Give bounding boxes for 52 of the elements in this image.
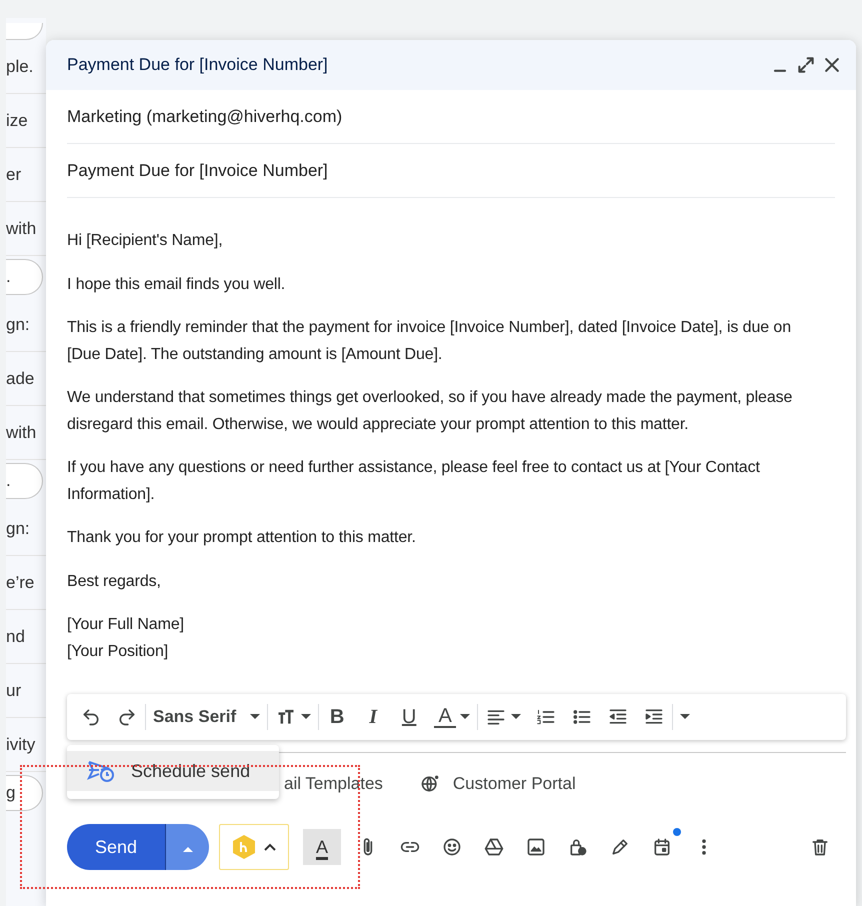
from-field[interactable]: Marketing (marketing@hiverhq.com): [67, 106, 342, 126]
text-color-button[interactable]: A: [303, 829, 341, 865]
body-paragraph: Thank you for your prompt attention to this matter.: [67, 528, 417, 548]
caret-icon[interactable]: [511, 714, 522, 720]
email-snippet: nd: [6, 626, 25, 646]
text-color-dropdown[interactable]: A: [434, 706, 456, 728]
chip: g: [6, 775, 43, 811]
customer-portal-link[interactable]: Customer Portal: [452, 774, 576, 794]
email-snippet: with: [6, 422, 36, 442]
send-button[interactable]: Send: [67, 824, 166, 870]
caret-icon[interactable]: [680, 714, 690, 720]
email-snippet: e’re: [6, 572, 34, 592]
email-snippet: ple.: [6, 56, 34, 76]
subject-field[interactable]: Payment Due for [Invoice Number]: [67, 160, 328, 180]
body-paragraph: If you have any questions or need further assistance, please feel free to contact us at [Your Contact Information].: [67, 458, 761, 504]
email-snippet: ur: [6, 680, 22, 700]
email-snippet: gn:: [6, 314, 30, 334]
send-clock-icon: [87, 759, 117, 783]
email-snippet: ade: [6, 368, 34, 388]
triangle-icon[interactable]: [483, 837, 505, 857]
caret-icon[interactable]: [250, 714, 260, 720]
caret-up-icon: [182, 846, 192, 852]
chevron-up-icon: [264, 843, 276, 851]
email-snippet: er: [6, 164, 22, 184]
body-paragraph: This is a friendly reminder that the payment for invoice [Invoice Number], dated [Invoice Date], is due on [Due Date]. The outstanding amount is [Amount Due].: [67, 318, 792, 364]
expand-icon[interactable]: [796, 55, 816, 75]
chip: .: [6, 259, 43, 295]
body-paragraph: I hope this email finds you well.: [67, 274, 286, 294]
chip: .: [6, 463, 43, 499]
italic-button[interactable]: I: [362, 706, 384, 728]
globe-icon[interactable]: [418, 774, 441, 794]
window-title: Payment Due for [Invoice Number]: [67, 55, 328, 75]
email-snippet: ivity: [6, 734, 36, 754]
body-paragraph: We understand that sometimes things get overlooked, so if you have already made the payment, please disregard this email. Otherwise, we would appreciate your prompt attention to this matter.: [67, 388, 794, 434]
body-paragraph: Best regards,: [67, 572, 162, 592]
email-templates-link[interactable]: ail Templates: [284, 774, 383, 794]
bold-button[interactable]: B: [326, 706, 348, 728]
send-options-button[interactable]: [166, 824, 209, 870]
schedule-send-item[interactable]: Schedule send: [67, 751, 279, 791]
underline-button[interactable]: U: [398, 706, 420, 728]
email-snippet: with: [6, 218, 36, 238]
email-snippet: gn:: [6, 518, 30, 538]
body-paragraph: Hi [Recipient's Name],: [67, 231, 224, 251]
email-snippet: ize: [6, 110, 28, 130]
smiley-icon[interactable]: [441, 837, 463, 857]
caret-icon[interactable]: [301, 714, 312, 720]
caret-icon[interactable]: [460, 714, 470, 720]
font-dropdown[interactable]: Sans Serif: [153, 707, 236, 727]
image-icon[interactable]: [525, 837, 547, 857]
body-paragraph: [Your Full Name] [Your Position]: [67, 615, 185, 662]
close-icon[interactable]: [822, 55, 842, 75]
hexagon-logo-icon: [232, 834, 256, 860]
